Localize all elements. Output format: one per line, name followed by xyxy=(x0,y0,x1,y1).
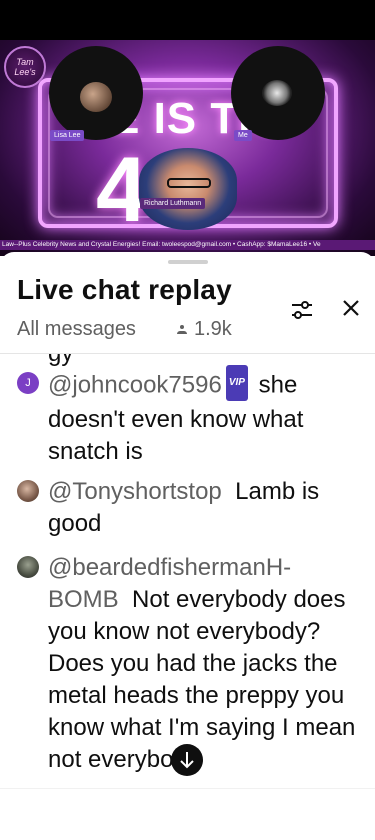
message-body: @beardedfishermanH-BOMB Not everybody do… xyxy=(48,552,358,776)
tune-button[interactable] xyxy=(288,296,316,324)
video-player[interactable]: E IS TIC 4 DAYS Tam Lee's Lisa Lee Me Ri… xyxy=(0,40,375,256)
avatar[interactable] xyxy=(17,480,39,502)
message-body: @johncook7596 VIP she doesn't even know w… xyxy=(48,365,358,468)
vip-badge: VIP xyxy=(225,365,248,401)
participant-cam-richard xyxy=(139,148,237,230)
person-icon xyxy=(176,323,188,337)
close-button[interactable] xyxy=(337,294,365,322)
avatar[interactable]: J xyxy=(17,372,39,394)
partial-message-text: gy xyxy=(48,354,73,368)
chat-message-list[interactable]: gy J @johncook7596VIP she doesn't even k… xyxy=(0,354,375,788)
message-author[interactable]: @Tonyshortstop xyxy=(48,478,222,505)
arrow-down-icon xyxy=(180,752,194,769)
news-ticker: Law--Plus Celebrity News and Crystal Ene… xyxy=(0,240,375,250)
glasses-shape xyxy=(167,178,211,188)
close-icon xyxy=(343,300,359,316)
participant-avatar-me xyxy=(262,80,292,106)
drag-handle[interactable] xyxy=(168,260,208,264)
scroll-to-bottom-button[interactable] xyxy=(171,744,203,776)
viewer-count-value: 1.9k xyxy=(194,318,232,340)
chat-footer xyxy=(0,788,375,840)
participant-name-tag: Lisa Lee xyxy=(50,130,85,141)
message-filter-dropdown[interactable]: All messages xyxy=(17,318,136,341)
app-screen: E IS TIC 4 DAYS Tam Lee's Lisa Lee Me Ri… xyxy=(0,0,375,840)
participant-name-tag: Richard Luthmann xyxy=(140,198,206,209)
channel-logo: Tam Lee's xyxy=(4,46,46,88)
participant-name-tag: Me xyxy=(234,130,252,141)
chat-title: Live chat replay xyxy=(17,274,232,305)
message-author[interactable]: @johncook7596 xyxy=(48,371,222,398)
tune-icon xyxy=(292,301,312,319)
participant-avatar-lisa xyxy=(80,82,112,112)
message-body: @Tonyshortstop Lamb is good xyxy=(48,476,358,540)
avatar[interactable] xyxy=(17,556,39,578)
viewer-count: 1.9k xyxy=(176,318,232,341)
status-bar xyxy=(0,0,375,40)
